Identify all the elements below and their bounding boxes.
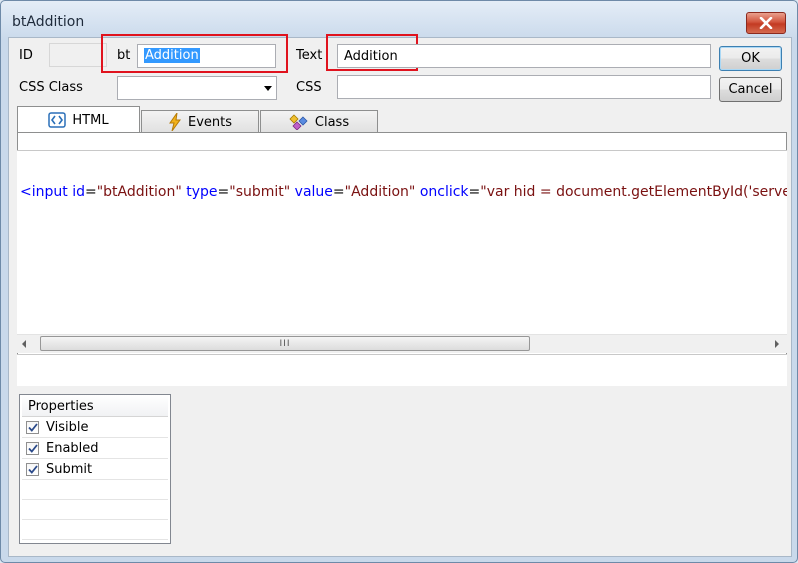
html-code-editor[interactable]: <input id="btAddition" type="submit" val… [17, 152, 787, 335]
property-enabled[interactable]: Enabled [22, 438, 168, 459]
css-input[interactable] [337, 75, 711, 99]
visible-label: Visible [46, 419, 89, 435]
property-empty-row [22, 520, 168, 540]
code-attr: value [294, 184, 333, 200]
scroll-right-icon[interactable] [775, 340, 779, 348]
code-eq: = [217, 184, 230, 200]
class-icon [289, 114, 309, 130]
html-footer-box [17, 354, 787, 386]
code-attr: id [72, 184, 85, 200]
id-name-input[interactable]: Addition [137, 44, 276, 68]
ok-button[interactable]: OK [719, 46, 782, 71]
submit-label: Submit [46, 461, 93, 477]
submit-checkbox[interactable] [26, 462, 39, 476]
css-class-select[interactable] [117, 76, 277, 100]
property-submit[interactable]: Submit [22, 459, 168, 480]
visible-checkbox[interactable] [26, 420, 39, 434]
code-eq: = [332, 184, 345, 200]
checkmark-icon [27, 464, 38, 474]
code-bracket: < [20, 184, 32, 200]
enabled-label: Enabled [46, 440, 99, 456]
tab-class[interactable]: Class [260, 110, 378, 133]
css-label: CSS [296, 80, 322, 95]
property-empty-row [22, 480, 168, 500]
code-value: "var hid = document.getElementById('serv… [480, 184, 787, 200]
dialog-client-area: ID bt Addition Text Addition OK CSS Clas… [8, 34, 792, 557]
id-name-value: Addition [144, 48, 200, 63]
close-button[interactable] [746, 12, 786, 34]
code-value: "btAddition" [96, 184, 182, 200]
checkmark-icon [27, 443, 38, 453]
id-label: ID [19, 48, 33, 63]
lightning-icon [168, 113, 182, 131]
window-title: btAddition [12, 14, 85, 30]
tab-events-label: Events [187, 114, 232, 130]
properties-header: Properties [22, 395, 168, 417]
code-value: "submit" [229, 184, 291, 200]
chevron-down-icon [264, 86, 272, 91]
cancel-button[interactable]: Cancel [719, 77, 782, 102]
code-value: "Addition" [344, 184, 416, 200]
code-tag: input [31, 184, 68, 200]
scroll-left-icon[interactable] [22, 340, 26, 348]
close-icon [759, 17, 773, 29]
title-bar[interactable]: btAddition [1, 1, 797, 37]
code-attr: type [186, 184, 218, 200]
tab-class-label: Class [314, 114, 350, 130]
text-label: Text [296, 48, 323, 63]
id-prefix-label: bt [117, 48, 131, 63]
tab-html[interactable]: HTML [17, 106, 140, 133]
code-eq: = [468, 184, 481, 200]
css-class-label: CSS Class [19, 80, 83, 95]
id-readonly-field [49, 43, 107, 67]
tab-html-label: HTML [72, 112, 109, 128]
text-input-value: Addition [344, 49, 398, 64]
property-empty-row [22, 500, 168, 520]
property-visible[interactable]: Visible [22, 417, 168, 438]
enabled-checkbox[interactable] [26, 441, 39, 455]
checkmark-icon [27, 422, 38, 432]
code-attr: onclick [419, 184, 469, 200]
properties-list: Properties Visible Enabled Submit [19, 394, 171, 544]
dialog-window: btAddition ID bt Addition Text Addition … [0, 0, 798, 563]
text-input[interactable]: Addition [337, 44, 711, 68]
html-icon [48, 112, 67, 128]
code-eq: = [84, 184, 97, 200]
scrollbar-grip: III [279, 338, 291, 349]
horizontal-scrollbar[interactable]: III [17, 334, 787, 353]
tab-events[interactable]: Events [141, 110, 259, 133]
scrollbar-thumb[interactable]: III [40, 336, 530, 351]
